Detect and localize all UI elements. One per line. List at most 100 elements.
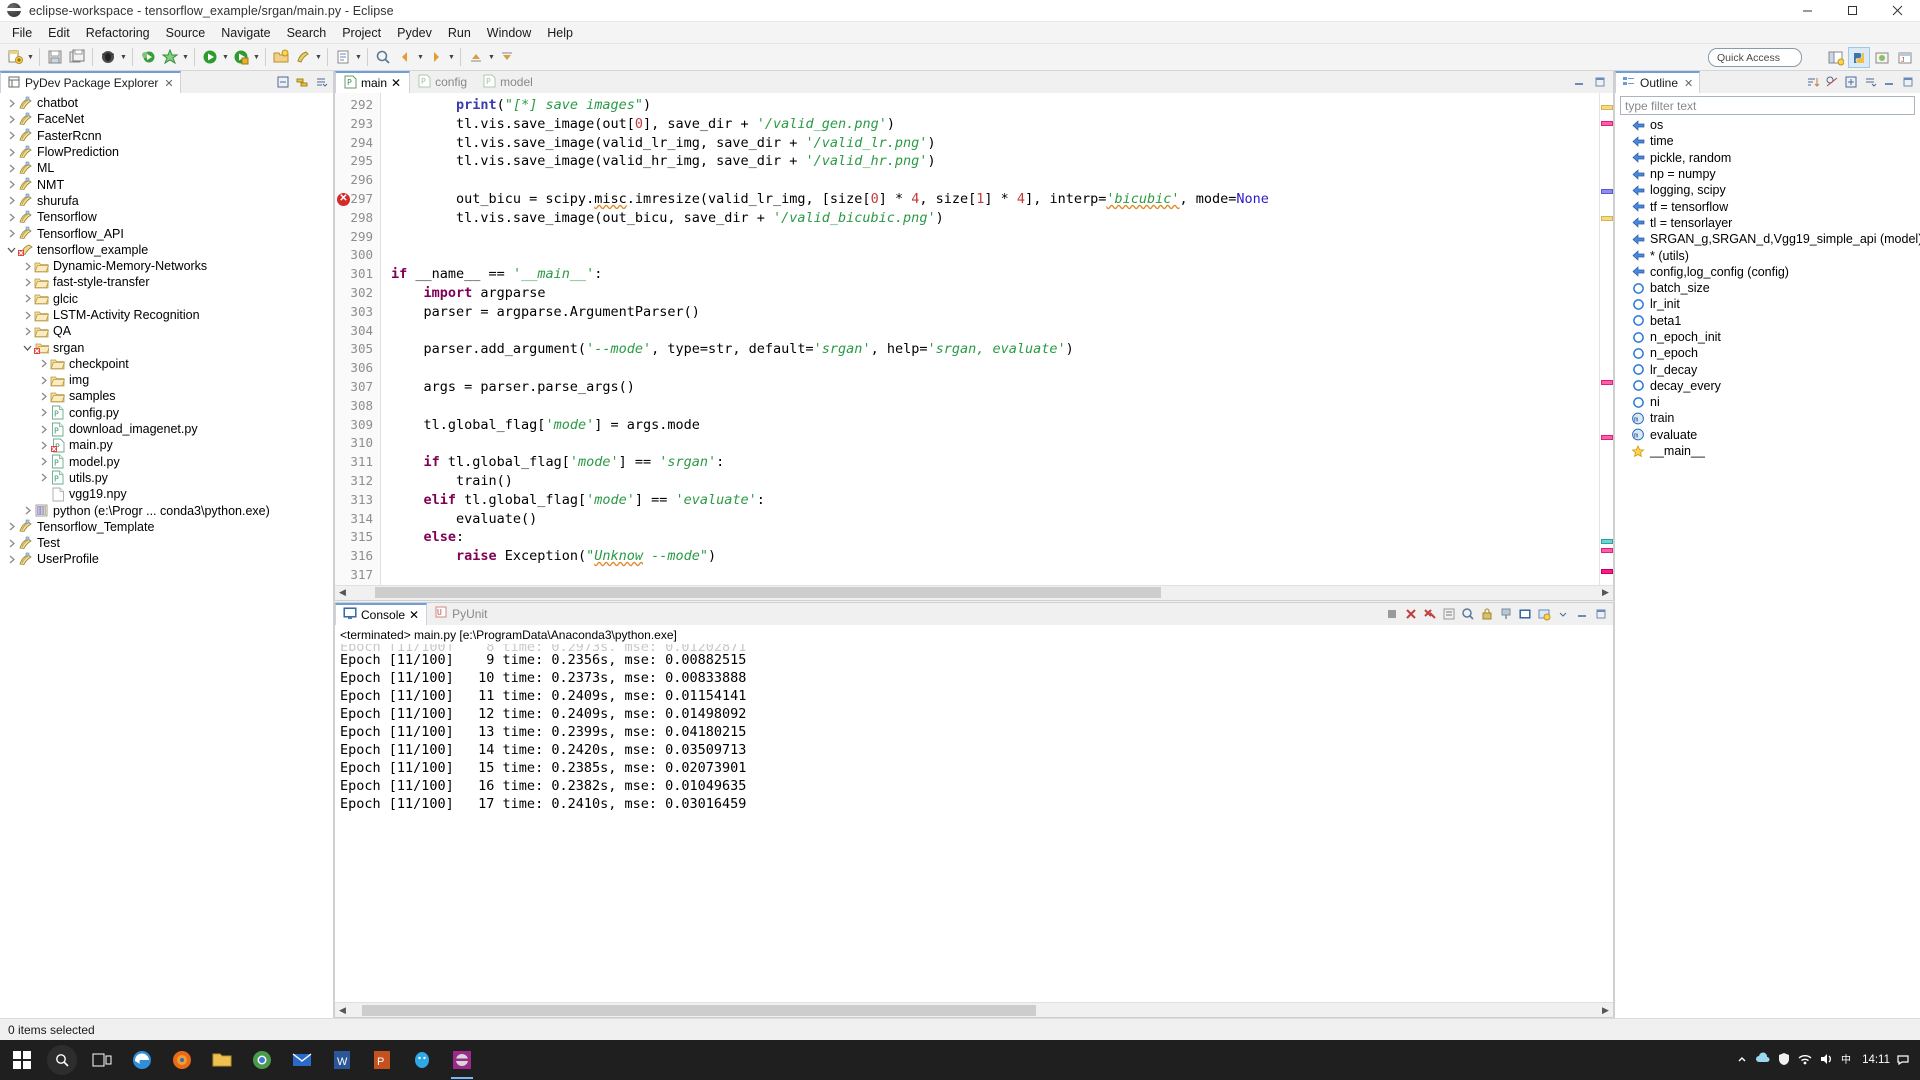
pydev-package-icon[interactable]	[293, 47, 313, 67]
close-icon[interactable]: ✕	[164, 77, 173, 90]
code-line[interactable]: train()	[381, 472, 1599, 491]
sort-icon[interactable]	[1804, 73, 1822, 91]
tab-model[interactable]: P model	[475, 71, 541, 93]
outline-item[interactable]: beta1	[1615, 313, 1920, 329]
console-dropdown-icon[interactable]	[1554, 605, 1571, 623]
new-python-project-icon[interactable]	[271, 47, 291, 67]
run-dropdown-icon[interactable]: ▼	[221, 47, 230, 67]
code-line[interactable]: if __name__ == '__main__':	[381, 265, 1599, 284]
task-view-button[interactable]	[82, 1040, 122, 1080]
code-line[interactable]: parser = argparse.ArgumentParser()	[381, 303, 1599, 322]
twisty-collapsed-icon[interactable]	[37, 392, 49, 401]
outline-item[interactable]: time	[1615, 133, 1920, 149]
editor-horizontal-scrollbar[interactable]: ◀ ▶	[335, 584, 1613, 600]
coverage-icon[interactable]	[160, 47, 180, 67]
code-line[interactable]: elif tl.global_flag['mode'] == 'evaluate…	[381, 491, 1599, 510]
clear-console-icon[interactable]	[1440, 605, 1457, 623]
code-line[interactable]	[381, 434, 1599, 453]
project-tree[interactable]: chatbot FaceNet FasterRcnn FlowPrediction ML…	[0, 93, 333, 1018]
tree-item[interactable]: Pmain.py	[0, 437, 333, 453]
new-icon[interactable]	[5, 47, 25, 67]
taskbar-files-icon[interactable]	[202, 1040, 242, 1080]
code-line[interactable]: tl.vis.save_image(valid_lr_img, save_dir…	[381, 134, 1599, 153]
outline-item[interactable]: np = numpy	[1615, 166, 1920, 182]
back-icon[interactable]	[395, 47, 415, 67]
ruler-marker[interactable]	[1601, 539, 1613, 544]
outline-item[interactable]: __main__	[1615, 443, 1920, 459]
code-line[interactable]	[381, 397, 1599, 416]
tray-shield-icon[interactable]	[1777, 1052, 1791, 1069]
tree-item[interactable]: ML	[0, 160, 333, 176]
outline-item[interactable]: SRGAN_g,SRGAN_d,Vgg19_simple_api (model)	[1615, 231, 1920, 247]
twisty-collapsed-icon[interactable]	[37, 359, 49, 368]
minimize-outline-icon[interactable]	[1880, 73, 1898, 91]
tab-config[interactable]: P config	[410, 71, 475, 93]
maximize-outline-icon[interactable]	[1899, 73, 1917, 91]
tree-item[interactable]: tensorflow_example	[0, 242, 333, 258]
save-all-icon[interactable]	[67, 47, 87, 67]
code-line[interactable]: raise Exception("Unknow --mode")	[381, 547, 1599, 566]
twisty-collapsed-icon[interactable]	[5, 180, 17, 189]
tree-item[interactable]: FaceNet	[0, 111, 333, 127]
outline-item[interactable]: pickle, random	[1615, 150, 1920, 166]
debug-dropdown-icon[interactable]: ▼	[119, 47, 128, 67]
tree-item[interactable]: Pdownload_imagenet.py	[0, 421, 333, 437]
twisty-collapsed-icon[interactable]	[37, 441, 49, 450]
scroll-right-icon[interactable]: ▶	[1598, 587, 1613, 598]
tree-item[interactable]: vgg19.npy	[0, 486, 333, 502]
outline-item[interactable]: m evaluate	[1615, 427, 1920, 443]
twisty-collapsed-icon[interactable]	[5, 539, 17, 548]
menu-file[interactable]: File	[4, 23, 40, 43]
twisty-collapsed-icon[interactable]	[5, 131, 17, 140]
menu-search[interactable]: Search	[279, 23, 335, 43]
twisty-collapsed-icon[interactable]	[5, 213, 17, 222]
twisty-collapsed-icon[interactable]	[5, 196, 17, 205]
scroll-left-icon[interactable]: ◀	[335, 1005, 350, 1016]
tree-item[interactable]: Pconfig.py	[0, 405, 333, 421]
remove-all-icon[interactable]	[1421, 605, 1438, 623]
perspective-pydev-icon[interactable]	[1848, 47, 1870, 68]
menu-window[interactable]: Window	[479, 23, 539, 43]
code-line[interactable]	[381, 171, 1599, 190]
taskbar-chrome-icon[interactable]	[242, 1040, 282, 1080]
twisty-collapsed-icon[interactable]	[5, 148, 17, 157]
forward-dropdown-icon[interactable]: ▼	[447, 47, 456, 67]
open-perspective-icon[interactable]	[1825, 47, 1847, 68]
menu-pydev[interactable]: Pydev	[389, 23, 440, 43]
tree-item[interactable]: Test	[0, 535, 333, 551]
outline-item[interactable]: logging, scipy	[1615, 182, 1920, 198]
tree-item[interactable]: LSTM-Activity Recognition	[0, 307, 333, 323]
taskbar-powerpoint-icon[interactable]: P	[362, 1040, 402, 1080]
tree-item[interactable]: FlowPrediction	[0, 144, 333, 160]
tree-item[interactable]: Tensorflow_Template	[0, 519, 333, 535]
new-dropdown-icon[interactable]: ▼	[26, 47, 35, 67]
outline-item[interactable]: ni	[1615, 394, 1920, 410]
scroll-lock-icon[interactable]	[1478, 605, 1495, 623]
menu-refactoring[interactable]: Refactoring	[78, 23, 158, 43]
twisty-collapsed-icon[interactable]	[5, 229, 17, 238]
tree-item[interactable]: img	[0, 372, 333, 388]
twisty-collapsed-icon[interactable]	[21, 294, 33, 303]
save-icon[interactable]	[45, 47, 65, 67]
ruler-marker[interactable]	[1601, 216, 1613, 221]
twisty-collapsed-icon[interactable]	[5, 115, 17, 124]
terminate-all-icon[interactable]	[1383, 605, 1400, 623]
close-icon[interactable]: ✕	[1684, 77, 1693, 90]
menu-help[interactable]: Help	[539, 23, 581, 43]
code-line[interactable]: import argparse	[381, 284, 1599, 303]
tree-item[interactable]: fast-style-transfer	[0, 274, 333, 290]
run-icon[interactable]	[200, 47, 220, 67]
minimize-console-icon[interactable]	[1573, 605, 1590, 623]
tray-network-icon[interactable]	[1797, 1052, 1813, 1069]
close-button[interactable]	[1875, 0, 1920, 21]
menu-run[interactable]: Run	[440, 23, 479, 43]
ruler-marker[interactable]	[1601, 121, 1613, 126]
tree-item[interactable]: python (e:\Progr ... conda3\python.exe)	[0, 502, 333, 518]
scrollbar-thumb[interactable]	[362, 1004, 1037, 1016]
ruler-marker[interactable]	[1601, 105, 1613, 110]
code-line[interactable]: tl.vis.save_image(valid_hr_img, save_dir…	[381, 152, 1599, 171]
twisty-collapsed-icon[interactable]	[21, 327, 33, 336]
run-external-icon[interactable]	[138, 47, 158, 67]
ruler-marker[interactable]	[1601, 548, 1613, 553]
code-line[interactable]: out_bicu = scipy.misc.imresize(valid_lr_…	[381, 190, 1599, 209]
